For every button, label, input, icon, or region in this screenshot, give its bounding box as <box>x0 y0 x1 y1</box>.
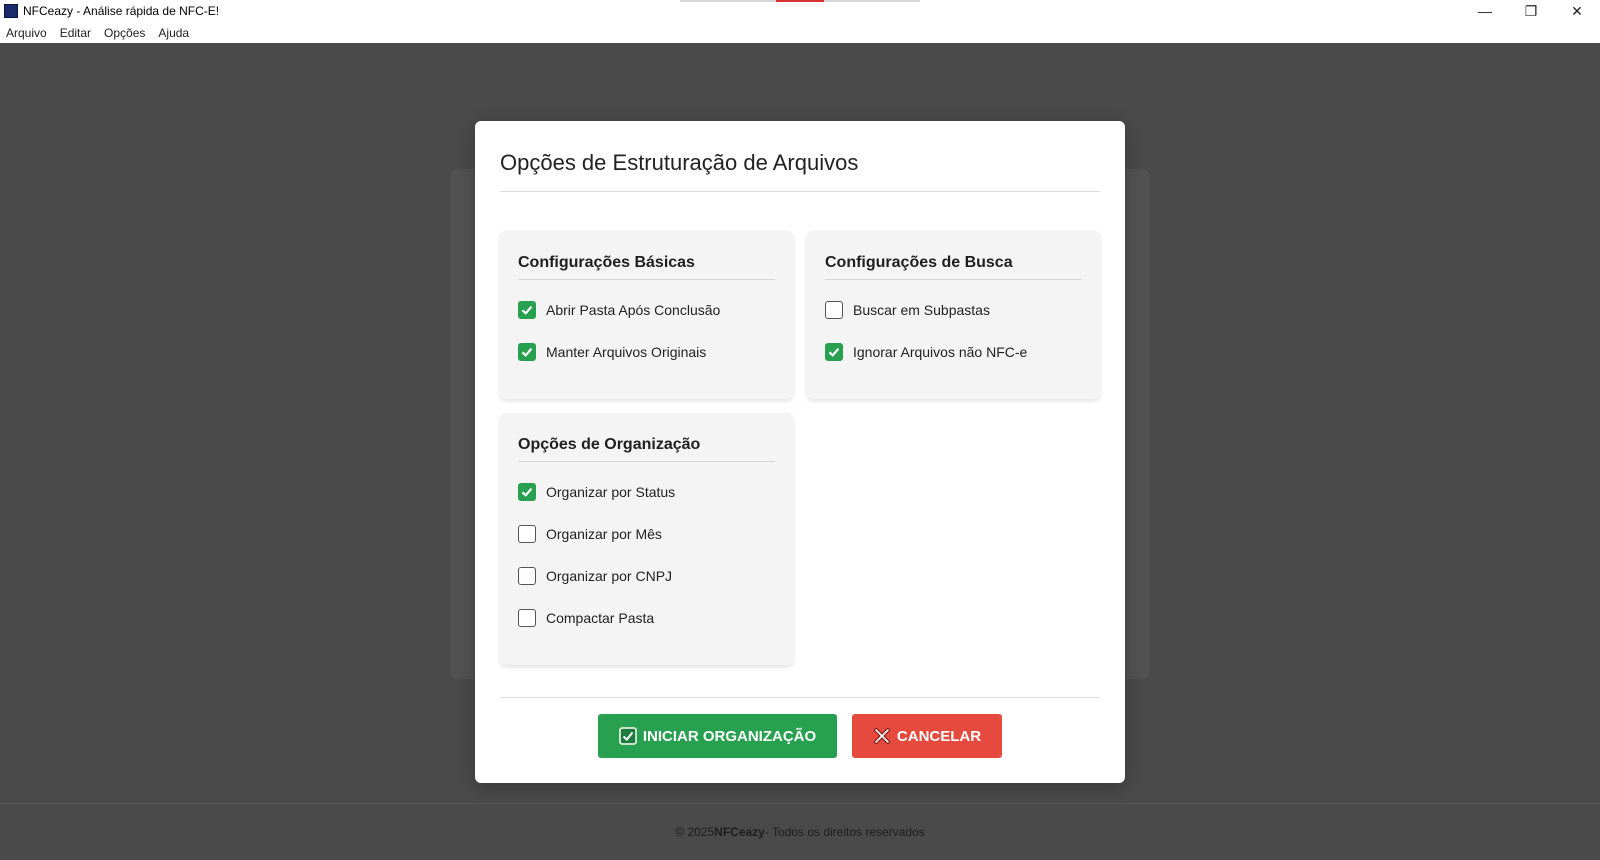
footer-suffix: - Todos os direitos reservados <box>764 825 925 839</box>
cancel-button[interactable]: CANCELAR <box>852 714 1002 758</box>
search-settings-panel: Configurações de Busca Buscar em Subpast… <box>807 231 1100 399</box>
menu-opcoes[interactable]: Opções <box>104 26 145 40</box>
divider <box>518 279 775 280</box>
option-label: Compactar Pasta <box>546 610 655 626</box>
checkbox[interactable] <box>518 525 536 543</box>
footer-prefix: © 2025 <box>675 825 715 839</box>
divider <box>518 461 775 462</box>
option-label: Organizar por CNPJ <box>546 568 673 584</box>
option-label: Manter Arquivos Originais <box>546 344 707 360</box>
option-label: Organizar por Mês <box>546 526 662 542</box>
checkbox[interactable] <box>825 343 843 361</box>
option-organizar-mes[interactable]: Organizar por Mês <box>518 525 662 543</box>
restore-button[interactable]: ❐ <box>1508 0 1554 22</box>
start-organization-button[interactable]: INICIAR ORGANIZAÇÃO <box>598 714 837 758</box>
checkmark-icon <box>521 305 533 315</box>
option-organizar-cnpj[interactable]: Organizar por CNPJ <box>518 567 672 585</box>
option-abrir-pasta[interactable]: Abrir Pasta Após Conclusão <box>518 301 720 319</box>
checkbox[interactable] <box>518 483 536 501</box>
close-window-button[interactable]: ✕ <box>1554 0 1600 22</box>
checkbox[interactable] <box>518 343 536 361</box>
option-label: Buscar em Subpastas <box>853 302 990 318</box>
menu-bar: Arquivo Editar Opções Ajuda <box>0 22 1600 43</box>
panel-title: Opções de Organização <box>518 436 701 453</box>
footer-brand: NFCeazy <box>714 825 765 839</box>
divider <box>500 191 1100 192</box>
divider <box>825 279 1082 280</box>
menu-ajuda[interactable]: Ajuda <box>158 26 189 40</box>
option-manter-arquivos[interactable]: Manter Arquivos Originais <box>518 343 706 361</box>
start-button-label: INICIAR ORGANIZAÇÃO <box>642 727 817 745</box>
checkbox[interactable] <box>518 567 536 585</box>
modal-title: Opções de Estruturação de Arquivos <box>500 150 859 175</box>
menu-editar[interactable]: Editar <box>60 26 91 40</box>
window-title: NFCeazy - Análise rápida de NFC-E! <box>23 4 220 18</box>
option-label: Ignorar Arquivos não NFC-e <box>853 344 1028 360</box>
option-buscar-subpastas[interactable]: Buscar em Subpastas <box>825 301 990 319</box>
menu-arquivo[interactable]: Arquivo <box>6 26 47 40</box>
panel-title: Configurações Básicas <box>518 254 695 271</box>
option-ignorar-nao-nfce[interactable]: Ignorar Arquivos não NFC-e <box>825 343 1027 361</box>
minimize-button[interactable]: — <box>1462 0 1508 22</box>
checkmark-icon <box>521 347 533 357</box>
top-progress-indicator <box>680 0 920 2</box>
basic-settings-panel: Configurações Básicas Abrir Pasta Após C… <box>500 231 793 399</box>
check-box-icon <box>619 727 637 745</box>
app-logo-icon <box>4 4 18 18</box>
checkbox[interactable] <box>518 609 536 627</box>
option-label: Abrir Pasta Após Conclusão <box>546 302 721 318</box>
checkmark-icon <box>828 347 840 357</box>
cancel-button-label: CANCELAR <box>896 727 982 745</box>
title-bar: NFCeazy - Análise rápida de NFC-E! — ❐ ✕ <box>0 0 1600 22</box>
divider <box>500 697 1100 698</box>
close-x-icon <box>873 727 891 745</box>
option-organizar-status[interactable]: Organizar por Status <box>518 483 675 501</box>
options-modal: Opções de Estruturação de Arquivos Confi… <box>475 121 1125 783</box>
option-label: Organizar por Status <box>546 484 676 500</box>
panel-title: Configurações de Busca <box>825 254 1013 271</box>
checkbox[interactable] <box>825 301 843 319</box>
footer: © 2025 NFCeazy - Todos os direitos reser… <box>0 803 1600 860</box>
checkbox[interactable] <box>518 301 536 319</box>
checkmark-icon <box>521 487 533 497</box>
option-compactar-pasta[interactable]: Compactar Pasta <box>518 609 654 627</box>
organization-options-panel: Opções de Organização Organizar por Stat… <box>500 413 793 665</box>
